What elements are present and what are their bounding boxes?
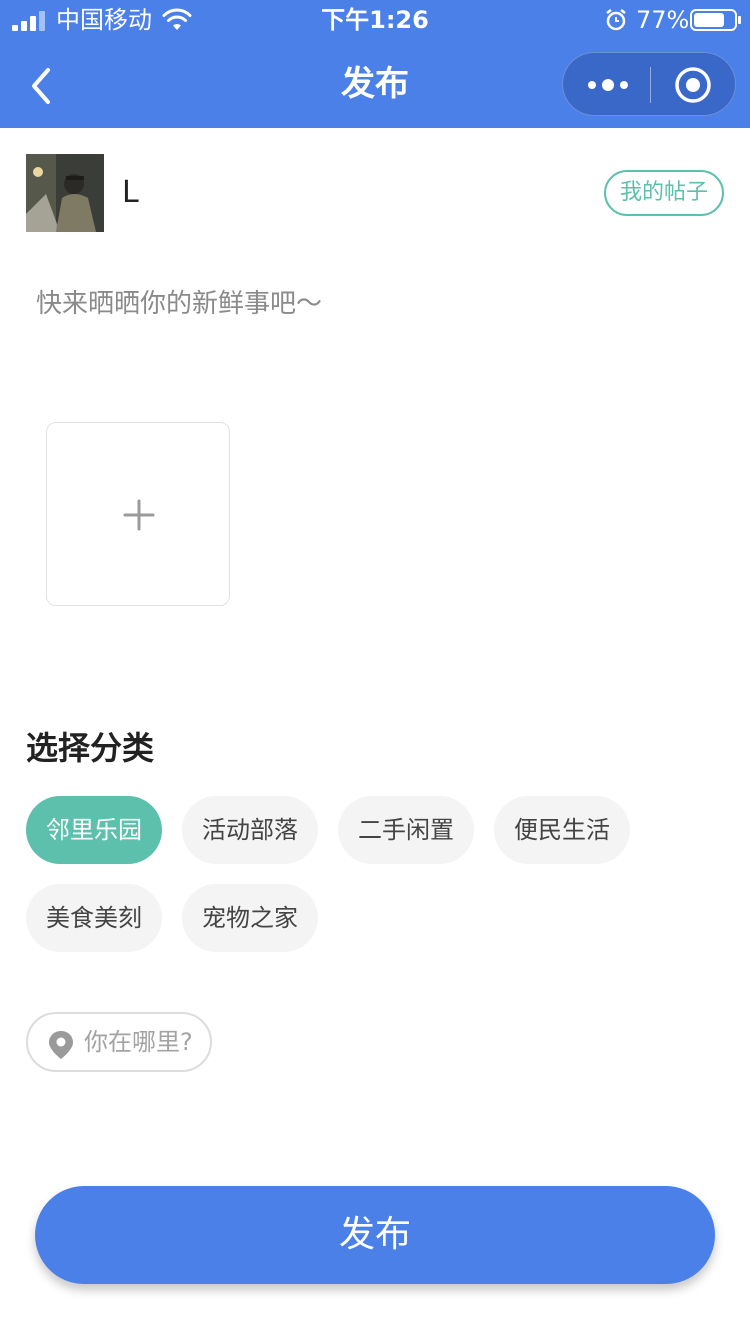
add-image-button[interactable] bbox=[46, 422, 230, 606]
my-posts-button[interactable]: 我的帖子 bbox=[604, 170, 724, 216]
alarm-icon bbox=[606, 9, 626, 31]
avatar-photo bbox=[26, 154, 104, 232]
battery-percent: 77% bbox=[636, 6, 690, 34]
mini-program-capsule bbox=[562, 52, 736, 116]
category-chip-3[interactable]: 便民生活 bbox=[494, 796, 630, 864]
post-content-input[interactable] bbox=[26, 280, 726, 380]
location-label: 你在哪里? bbox=[84, 1028, 193, 1056]
avatar bbox=[26, 154, 104, 232]
battery-icon bbox=[690, 9, 741, 31]
location-pin-icon bbox=[49, 1031, 73, 1059]
nav-bar: 发布 bbox=[0, 44, 750, 128]
publish-button[interactable]: 发布 bbox=[35, 1186, 715, 1284]
target-icon[interactable] bbox=[673, 65, 713, 105]
category-chip-4[interactable]: 美食美刻 bbox=[26, 884, 162, 952]
status-bar: 中国移动 下午1:26 77% bbox=[0, 0, 750, 40]
header: 中国移动 下午1:26 77% 发布 bbox=[0, 0, 750, 128]
plus-icon bbox=[123, 499, 155, 531]
publish-page: 中国移动 下午1:26 77% 发布 L 我的帖子 快来晒晒你的新鲜事吧～ 选择… bbox=[0, 0, 750, 1334]
username: L bbox=[122, 175, 139, 210]
category-chip-2[interactable]: 二手闲置 bbox=[338, 796, 474, 864]
category-chip-5[interactable]: 宠物之家 bbox=[182, 884, 318, 952]
location-button[interactable]: 你在哪里? bbox=[26, 1012, 212, 1072]
more-dots-icon[interactable] bbox=[585, 67, 631, 103]
category-chip-0[interactable]: 邻里乐园 bbox=[26, 796, 162, 864]
category-chip-1[interactable]: 活动部落 bbox=[182, 796, 318, 864]
capsule-divider bbox=[650, 67, 651, 103]
category-title: 选择分类 bbox=[26, 729, 155, 767]
